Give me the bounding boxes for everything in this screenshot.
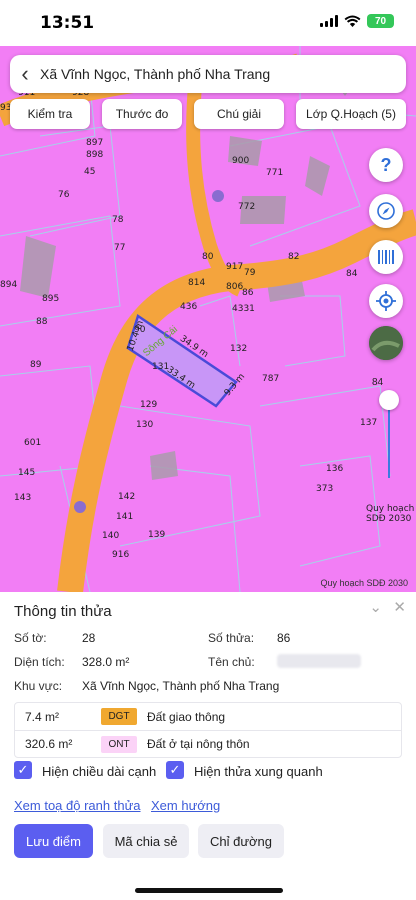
barcode-icon[interactable] xyxy=(369,240,403,274)
parcel-number-label: 436 xyxy=(180,302,198,312)
land-use-name: Đất ở tại nông thôn xyxy=(147,737,250,751)
so-to-value: 28 xyxy=(82,631,96,645)
parcel-number-label: 894 xyxy=(0,280,18,290)
ten-chu-label: Tên chủ: xyxy=(208,655,255,669)
home-indicator xyxy=(135,888,283,893)
show-edge-length-checkbox[interactable]: ✓ xyxy=(14,761,32,779)
so-thua-value: 86 xyxy=(277,631,291,645)
parcel-number-label: 88 xyxy=(36,317,48,327)
owner-name-redacted xyxy=(277,654,361,668)
parcel-number-label: 814 xyxy=(188,278,206,288)
parcel-number-label: 772 xyxy=(238,202,256,212)
tool-row: Kiểm tra Thước đo Chú giải Lớp Q.Hoạch (… xyxy=(10,99,406,129)
save-point-button[interactable]: Lưu điểm xyxy=(14,824,93,858)
parcel-number-label: Quy hoạch SDĐ 2030 xyxy=(366,504,415,524)
plan-note: Quy hoạch SDĐ 2030 xyxy=(320,578,408,588)
signal-icon xyxy=(320,15,338,27)
parcel-number-label: 806 xyxy=(226,282,244,292)
parcel-number-label: 130 xyxy=(136,420,154,430)
search-bar[interactable]: ‹ Xã Vĩnh Ngọc, Thành phố Nha Trang xyxy=(10,55,406,93)
back-arrow-icon[interactable]: ‹ xyxy=(10,55,40,93)
parcel-number-label: 136 xyxy=(326,464,344,474)
locate-icon[interactable] xyxy=(369,284,403,318)
land-use-code: ONT xyxy=(101,735,137,753)
wifi-icon xyxy=(344,15,361,27)
parcel-number-label: 78 xyxy=(112,215,124,225)
so-thua-label: Số thửa: xyxy=(208,631,255,645)
land-use-area: 7.4 m² xyxy=(25,709,60,724)
satellite-layer-icon[interactable] xyxy=(369,326,403,360)
parcel-number-label: 145 xyxy=(18,468,36,478)
parcel-number-label: 45 xyxy=(84,167,96,177)
parcel-number-label: 898 xyxy=(86,150,104,160)
land-use-row: 7.4 m² DGT Đất giao thông xyxy=(15,703,401,730)
share-code-button[interactable]: Mã chia sẻ xyxy=(103,824,189,858)
parcel-number-label: 787 xyxy=(262,374,280,384)
land-use-row: 320.6 m² ONT Đất ở tại nông thôn xyxy=(15,730,401,757)
opacity-slider-knob[interactable] xyxy=(379,390,399,410)
show-nearby-parcels-checkbox[interactable]: ✓ xyxy=(166,761,184,779)
parcel-number-label: 140 xyxy=(102,531,120,541)
status-bar: 13:51 70 xyxy=(0,0,416,46)
parcel-number-label: 132 xyxy=(230,344,248,354)
parcel-number-label: 895 xyxy=(42,294,60,304)
khu-vuc-label: Khu vực: xyxy=(14,679,63,693)
status-icons: 70 xyxy=(320,14,394,28)
parcel-info-panel: Thông tin thửa ⌄ ✕ Số tờ: 28 Số thửa: 86… xyxy=(0,592,416,900)
parcel-number-label: 916 xyxy=(112,550,130,560)
planning-layer-button[interactable]: Lớp Q.Hoạch (5) xyxy=(296,99,406,129)
legend-button[interactable]: Chú giải xyxy=(194,99,284,129)
parcel-number-label: 89 xyxy=(30,360,42,370)
parcel-number-label: 373 xyxy=(316,484,334,494)
directions-button[interactable]: Chỉ đường xyxy=(198,824,284,858)
compass-icon[interactable] xyxy=(369,194,403,228)
search-text[interactable]: Xã Vĩnh Ngọc, Thành phố Nha Trang xyxy=(40,66,270,82)
parcel-number-label: 601 xyxy=(24,438,42,448)
parcel-number-label: 137 xyxy=(360,418,378,428)
parcel-number-label: 79 xyxy=(244,268,256,278)
opacity-slider-track[interactable] xyxy=(388,400,390,478)
parcel-number-label: 771 xyxy=(266,168,284,178)
check-button[interactable]: Kiểm tra xyxy=(10,99,90,129)
parcel-number-label: 82 xyxy=(288,252,300,262)
parcel-number-label: 129 xyxy=(140,400,158,410)
close-icon[interactable]: ✕ xyxy=(393,598,406,616)
parcel-number-label: 900 xyxy=(232,156,250,166)
dien-tich-value: 328.0 m² xyxy=(82,655,130,669)
battery-icon: 70 xyxy=(367,14,394,28)
parcel-number-label: 143 xyxy=(14,493,32,503)
zoom-level: 84 xyxy=(372,377,384,388)
parcel-number-label: 139 xyxy=(148,530,166,540)
parcel-number-label: 917 xyxy=(226,262,244,272)
status-time: 13:51 xyxy=(40,13,95,33)
help-icon[interactable]: ? xyxy=(369,148,403,182)
dien-tich-label: Diện tích: xyxy=(14,655,65,669)
land-use-name: Đất giao thông xyxy=(147,709,226,724)
view-direction-link[interactable]: Xem hướng xyxy=(151,798,220,813)
parcel-number-label: 141 xyxy=(116,512,134,522)
parcel-number-label: 142 xyxy=(118,492,136,502)
land-use-table: 7.4 m² DGT Đất giao thông 320.6 m² ONT Đ… xyxy=(14,702,402,758)
show-nearby-parcels-label[interactable]: Hiện thửa xung quanh xyxy=(194,764,323,779)
panel-title: Thông tin thửa xyxy=(14,603,112,620)
land-use-area: 320.6 m² xyxy=(25,737,73,751)
so-to-label: Số tờ: xyxy=(14,631,47,645)
parcel-number-label: 76 xyxy=(58,190,70,200)
parcel-number-label: 86 xyxy=(242,288,254,298)
parcel-number-label: 84 xyxy=(346,269,358,279)
parcel-number-label: 4331 xyxy=(232,304,255,314)
parcel-number-label: 80 xyxy=(202,252,214,262)
collapse-chevron-icon[interactable]: ⌄ xyxy=(369,598,382,616)
land-use-code: DGT xyxy=(101,708,137,725)
measure-button[interactable]: Thước đo xyxy=(102,99,182,129)
show-edge-length-label[interactable]: Hiện chiều dài cạnh xyxy=(42,764,156,779)
parcel-number-label: 77 xyxy=(114,243,126,253)
parcel-number-label: 897 xyxy=(86,138,104,148)
view-boundary-coords-link[interactable]: Xem toạ độ ranh thửa xyxy=(14,798,141,813)
khu-vuc-value: Xã Vĩnh Ngọc, Thành phố Nha Trang xyxy=(82,679,280,693)
